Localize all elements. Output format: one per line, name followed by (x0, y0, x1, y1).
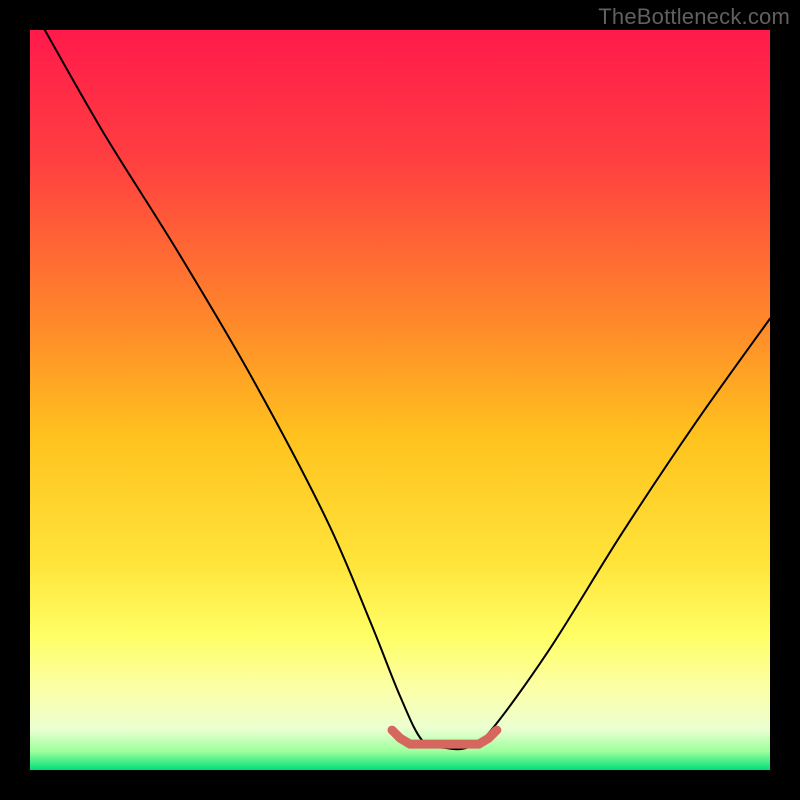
watermark-text: TheBottleneck.com (598, 4, 790, 30)
chart-frame: TheBottleneck.com (0, 0, 800, 800)
bottleneck-curve (30, 30, 770, 770)
plot-area (30, 30, 770, 770)
